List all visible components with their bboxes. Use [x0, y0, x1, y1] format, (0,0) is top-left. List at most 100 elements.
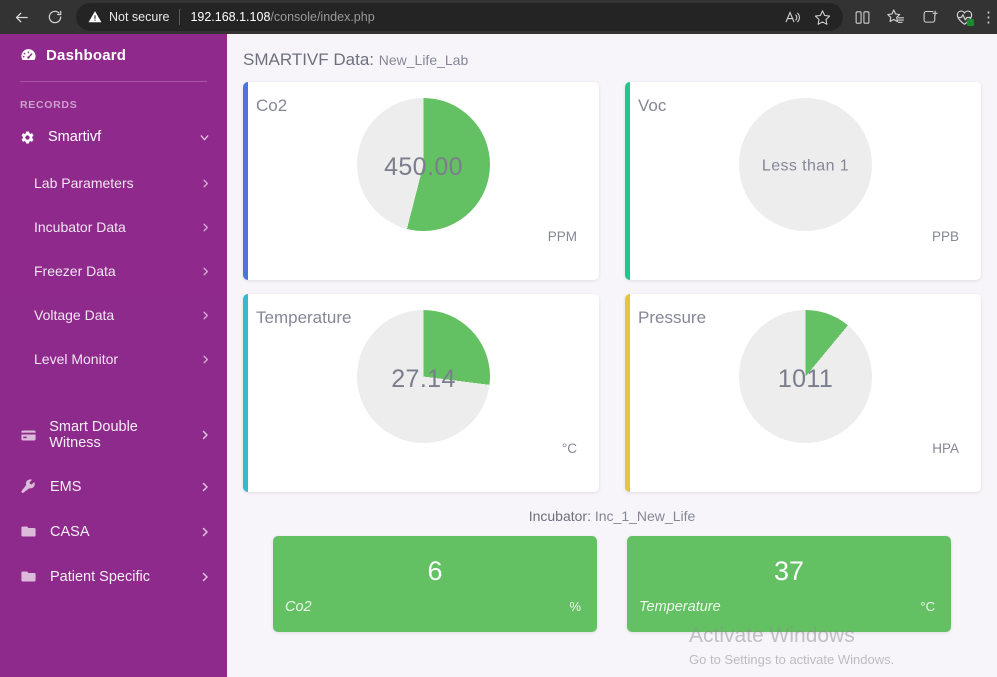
chevron-right-icon [199, 481, 211, 493]
sidebar: Dashboard RECORDS Smartivf Lab Parameter… [0, 34, 227, 677]
tile-name: Co2 [285, 599, 312, 615]
chevron-right-icon [200, 354, 211, 365]
sidebar-item-label: EMS [50, 479, 187, 495]
sidebar-item-patient-specific[interactable]: Patient Specific [0, 554, 227, 599]
card-unit-label: PPM [548, 229, 577, 244]
sensor-card-pressure: Pressure 1011 HPA [625, 294, 981, 492]
sidebar-item-lab-parameters[interactable]: Lab Parameters [0, 161, 227, 205]
sidebar-item-label: Voltage Data [34, 307, 200, 323]
security-status-label: Not secure [109, 10, 169, 24]
pie-chart: 1011 [739, 310, 872, 443]
card-chart-area: 1011 [630, 310, 981, 443]
reload-button[interactable] [38, 3, 72, 31]
incubator-name: Inc_1_New_Life [595, 508, 695, 524]
read-aloud-icon[interactable] [777, 4, 807, 30]
url-host: 192.168.1.108 [190, 10, 270, 24]
browser-essentials-icon[interactable] [947, 3, 981, 31]
tile-unit: °C [920, 599, 935, 614]
url-path: /console/index.php [270, 10, 374, 24]
card-unit-label: HPA [932, 441, 959, 456]
incubator-tiles: 6 Co2 % 37 Temperature °C [227, 536, 997, 632]
watermark-line-2: Go to Settings to activate Windows. [689, 651, 979, 669]
sensor-card-temperature: Temperature 27.14 °C [243, 294, 599, 492]
incubator-label-prefix: Incubator: [529, 508, 591, 524]
chevron-down-icon [198, 131, 211, 144]
split-screen-icon[interactable] [845, 3, 879, 31]
dashboard-gauge-icon [20, 47, 37, 64]
sidebar-item-smart-double-witness[interactable]: Smart Double Witness [0, 405, 227, 465]
card-chart-area: Less than 1 [630, 98, 981, 231]
tile-name: Temperature [639, 599, 721, 615]
pie-value-label: 27.14 [357, 364, 490, 393]
wrench-icon [20, 479, 38, 495]
sidebar-brand[interactable]: Dashboard [0, 34, 227, 77]
sidebar-spacer [0, 381, 227, 405]
incubator-tile-temperature: 37 Temperature °C [627, 536, 951, 632]
sidebar-item-label: Level Monitor [34, 351, 200, 367]
tile-unit: % [569, 599, 581, 614]
sidebar-item-smartivf-label: Smartivf [48, 129, 186, 145]
page-title-prefix: SMARTIVF Data: [243, 50, 374, 69]
sidebar-item-freezer-data[interactable]: Freezer Data [0, 249, 227, 293]
sidebar-item-smartivf[interactable]: Smartivf [0, 111, 227, 145]
browser-toolbar: Not secure 192.168.1.108/console/index.p… [0, 0, 997, 34]
sidebar-item-label: Smart Double Witness [49, 419, 187, 451]
url-text: 192.168.1.108/console/index.php [190, 10, 374, 24]
sidebar-item-label: CASA [50, 524, 187, 540]
sidebar-item-label: Lab Parameters [34, 175, 200, 191]
more-options-icon[interactable]: ⋮ [981, 8, 993, 26]
card-chart-area: 27.14 [248, 310, 599, 443]
collections-add-icon[interactable] [913, 3, 947, 31]
card-chart-area: 450.00 [248, 98, 599, 231]
incubator-tile-co2: 6 Co2 % [273, 536, 597, 632]
app-shell: Dashboard RECORDS Smartivf Lab Parameter… [0, 34, 997, 677]
sidebar-item-ems[interactable]: EMS [0, 465, 227, 509]
chevron-right-icon [200, 266, 211, 277]
sidebar-brand-label: Dashboard [46, 47, 126, 64]
folder-icon [20, 568, 38, 585]
pie-value-label: 1011 [739, 364, 872, 393]
essentials-status-dot [967, 19, 974, 26]
pie-value-label: 450.00 [357, 152, 490, 181]
sidebar-item-label: Incubator Data [34, 219, 200, 235]
favorite-star-icon[interactable] [807, 4, 837, 30]
not-secure-warning-icon [88, 10, 102, 24]
incubator-label: Incubator: Inc_1_New_Life [227, 506, 997, 536]
credit-card-icon [20, 427, 37, 444]
page-title-lab-name: New_Life_Lab [379, 52, 469, 68]
tile-value: 6 [273, 556, 597, 587]
favorites-list-icon[interactable] [879, 3, 913, 31]
main-content: SMARTIVF Data: New_Life_Lab Co2 450.00 P… [227, 34, 997, 677]
chevron-right-icon [199, 526, 211, 538]
sidebar-item-voltage-data[interactable]: Voltage Data [0, 293, 227, 337]
gear-icon [20, 130, 36, 145]
sidebar-section-label: RECORDS [0, 82, 227, 111]
sensor-card-row-2: Temperature 27.14 °C Pressure 1011 [243, 294, 981, 492]
pie-chart: 27.14 [357, 310, 490, 443]
sidebar-item-label: Freezer Data [34, 263, 200, 279]
sensor-cards: Co2 450.00 PPM Voc Less than 1 [227, 70, 997, 492]
chevron-right-icon [199, 429, 211, 441]
omnibox-actions [777, 4, 837, 30]
address-bar[interactable]: Not secure 192.168.1.108/console/index.p… [76, 3, 843, 31]
chevron-right-icon [200, 222, 211, 233]
chevron-right-icon [200, 310, 211, 321]
sensor-card-row-1: Co2 450.00 PPM Voc Less than 1 [243, 82, 981, 280]
folder-icon [20, 523, 38, 540]
browser-toolbar-actions: ⋮ [845, 3, 993, 31]
page-title: SMARTIVF Data: New_Life_Lab [227, 34, 997, 70]
sidebar-item-label: Patient Specific [50, 569, 187, 585]
sensor-card-voc: Voc Less than 1 PPB [625, 82, 981, 280]
tile-value: 37 [627, 556, 951, 587]
chevron-right-icon [199, 571, 211, 583]
chevron-right-icon [200, 178, 211, 189]
pie-chart: 450.00 [357, 98, 490, 231]
sidebar-subnav: Lab Parameters Incubator Data Freezer Da… [0, 161, 227, 381]
sidebar-item-casa[interactable]: CASA [0, 509, 227, 554]
card-unit-label: PPB [932, 229, 959, 244]
sidebar-item-incubator-data[interactable]: Incubator Data [0, 205, 227, 249]
card-unit-label: °C [562, 441, 577, 456]
pie-chart: Less than 1 [739, 98, 872, 231]
sidebar-item-level-monitor[interactable]: Level Monitor [0, 337, 227, 381]
back-button[interactable] [4, 3, 38, 31]
